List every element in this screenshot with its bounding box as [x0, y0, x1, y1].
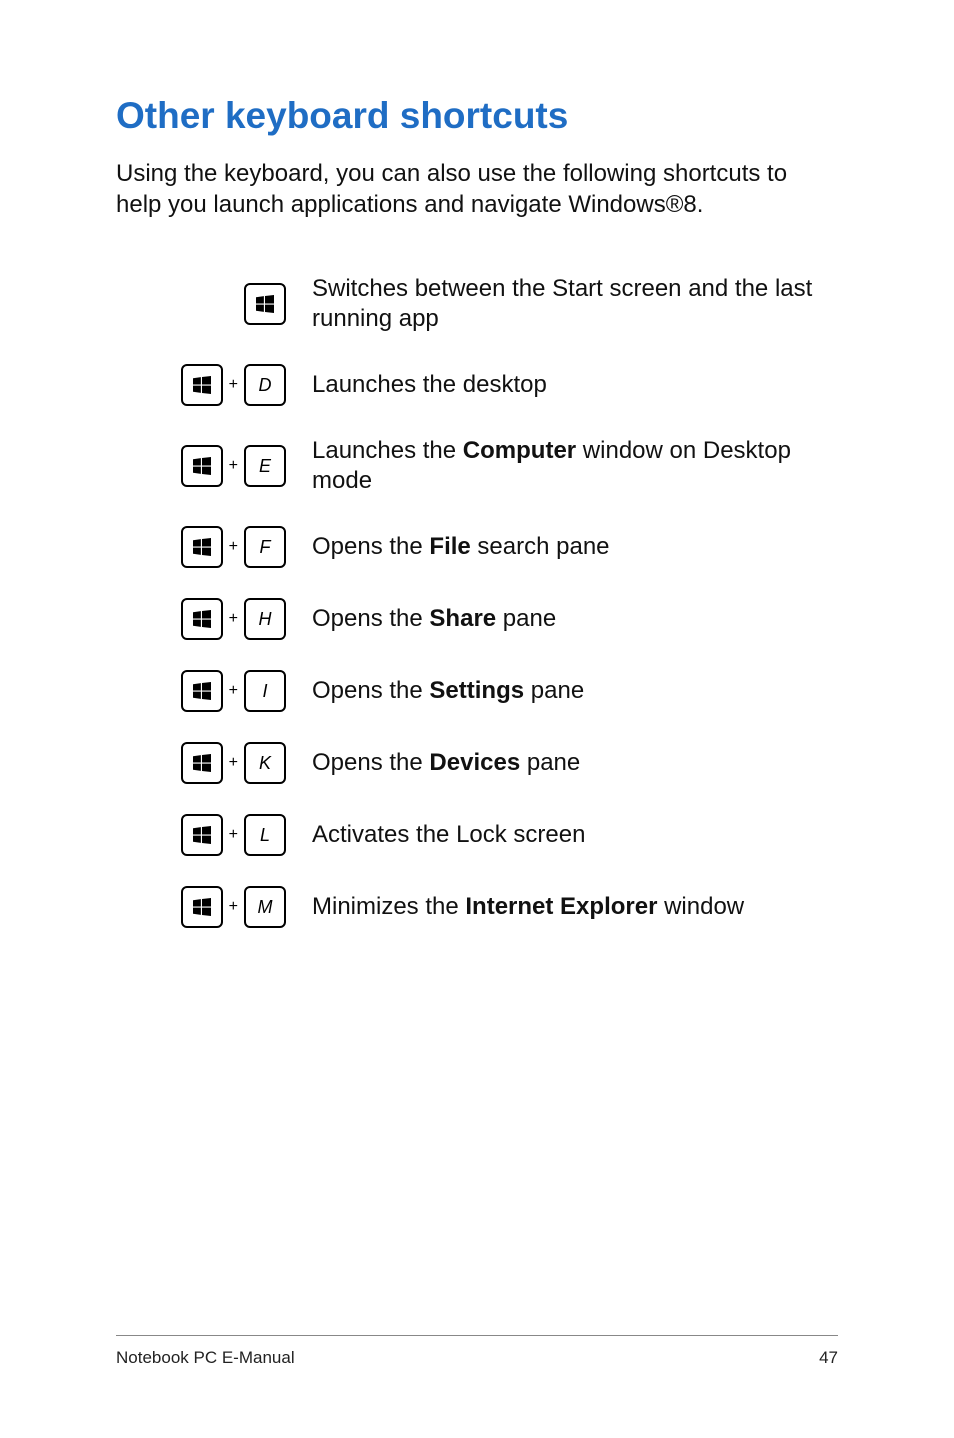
key-combo: +F — [116, 526, 286, 568]
shortcut-description: Opens the File search pane — [286, 532, 838, 562]
windows-logo-icon — [193, 898, 211, 916]
plus-separator: + — [223, 898, 244, 916]
key-combo: +L — [116, 814, 286, 856]
shortcut-row: +DLaunches the desktop — [116, 364, 838, 406]
shortcut-row: +KOpens the Devices pane — [116, 742, 838, 784]
key-combo: +H — [116, 598, 286, 640]
windows-key-icon — [181, 670, 223, 712]
plus-separator: + — [223, 682, 244, 700]
letter-key: I — [244, 670, 286, 712]
plus-separator: + — [223, 754, 244, 772]
shortcut-description: Minimizes the Internet Explorer window — [286, 892, 838, 922]
windows-key-icon — [181, 886, 223, 928]
shortcut-description: Opens the Settings pane — [286, 676, 838, 706]
letter-key: M — [244, 886, 286, 928]
key-combo: +D — [116, 364, 286, 406]
shortcut-description: Launches the desktop — [286, 370, 838, 400]
intro-paragraph: Using the keyboard, you can also use the… — [116, 159, 838, 220]
windows-key-icon — [181, 814, 223, 856]
shortcut-description: Activates the Lock screen — [286, 820, 838, 850]
windows-logo-icon — [193, 754, 211, 772]
footer-page-number: 47 — [819, 1348, 838, 1368]
plus-separator: + — [223, 610, 244, 628]
key-combo: +M — [116, 886, 286, 928]
windows-key-icon — [181, 445, 223, 487]
windows-logo-icon — [256, 295, 274, 313]
windows-logo-icon — [193, 826, 211, 844]
plus-separator: + — [223, 457, 244, 475]
plus-separator: + — [223, 376, 244, 394]
windows-logo-icon — [193, 682, 211, 700]
shortcut-row: +FOpens the File search pane — [116, 526, 838, 568]
key-combo — [116, 283, 286, 325]
shortcut-row: +MMinimizes the Internet Explorer window — [116, 886, 838, 928]
letter-key: D — [244, 364, 286, 406]
shortcut-row: +IOpens the Settings pane — [116, 670, 838, 712]
key-combo: +K — [116, 742, 286, 784]
windows-logo-icon — [193, 376, 211, 394]
shortcut-description: Opens the Share pane — [286, 604, 838, 634]
page: Other keyboard shortcuts Using the keybo… — [0, 0, 954, 1438]
plus-separator: + — [223, 538, 244, 556]
windows-logo-icon — [193, 538, 211, 556]
shortcut-row: Switches between the Start screen and th… — [116, 274, 838, 334]
shortcut-description: Switches between the Start screen and th… — [286, 274, 838, 334]
letter-key: H — [244, 598, 286, 640]
shortcut-row: +HOpens the Share pane — [116, 598, 838, 640]
key-combo: +I — [116, 670, 286, 712]
windows-key-icon — [181, 526, 223, 568]
letter-key: K — [244, 742, 286, 784]
footer-left: Notebook PC E-Manual — [116, 1348, 295, 1368]
shortcut-row: +LActivates the Lock screen — [116, 814, 838, 856]
windows-key-icon — [181, 742, 223, 784]
plus-separator: + — [223, 826, 244, 844]
letter-key: L — [244, 814, 286, 856]
shortcut-description: Launches the Computer window on Desktop … — [286, 436, 838, 496]
letter-key: F — [244, 526, 286, 568]
page-title: Other keyboard shortcuts — [116, 95, 838, 137]
windows-key-icon — [181, 364, 223, 406]
shortcut-list: Switches between the Start screen and th… — [116, 274, 838, 928]
windows-key-icon — [181, 598, 223, 640]
windows-logo-icon — [193, 457, 211, 475]
windows-key-icon — [244, 283, 286, 325]
shortcut-row: +ELaunches the Computer window on Deskto… — [116, 436, 838, 496]
letter-key: E — [244, 445, 286, 487]
key-combo: +E — [116, 445, 286, 487]
shortcut-description: Opens the Devices pane — [286, 748, 838, 778]
page-footer: Notebook PC E-Manual 47 — [116, 1335, 838, 1368]
windows-logo-icon — [193, 610, 211, 628]
